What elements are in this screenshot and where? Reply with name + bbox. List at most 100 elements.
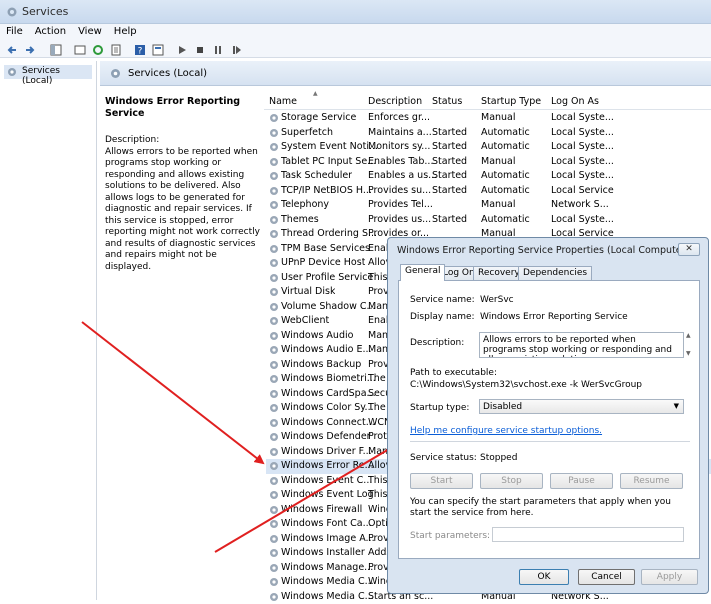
ok-button[interactable]: OK xyxy=(519,569,569,585)
help-icon[interactable]: ? xyxy=(134,44,146,56)
svg-text:?: ? xyxy=(138,47,143,57)
dialog-close-button[interactable]: ✕ xyxy=(678,243,700,256)
tab-general[interactable]: General xyxy=(400,264,445,281)
service-description-cell: This xyxy=(368,475,387,486)
path-value: C:\Windows\System32\svchost.exe -k WerSv… xyxy=(410,380,642,390)
service-name-cell: Storage Service xyxy=(281,112,356,123)
tree-item-label: Services (Local) xyxy=(22,66,92,86)
export-list-icon[interactable] xyxy=(110,44,122,56)
service-description-cell: This xyxy=(368,489,387,500)
service-gear-icon xyxy=(269,563,279,573)
service-startup-cell: Automatic xyxy=(481,127,530,138)
service-name-cell: Windows Event Log xyxy=(281,489,374,500)
service-row[interactable]: Themes Provides us...Started Automatic Loca… xyxy=(266,213,711,228)
service-gear-icon xyxy=(269,403,279,413)
dialog-title: Windows Error Reporting Service Properti… xyxy=(397,245,689,256)
service-logon-cell: Local Syste... xyxy=(551,214,614,225)
service-row[interactable]: Tablet PC Input Se...Enables Tab...Start… xyxy=(266,155,711,170)
menu-bar: FileActionViewHelp xyxy=(0,24,711,42)
service-row[interactable]: SuperfetchMaintains a...StartedAutomatic… xyxy=(266,126,711,141)
service-row[interactable]: Storage ServiceEnforces gr...ManualLocal… xyxy=(266,111,711,126)
service-name-cell: Thread Ordering S... xyxy=(281,228,377,239)
service-row[interactable]: System Event Noti...Monitors sy...Starte… xyxy=(266,140,711,155)
help-configure-link[interactable]: Help me configure service startup option… xyxy=(410,426,602,436)
dialog-description-box[interactable]: Allows errors to be reported when progra… xyxy=(479,332,684,358)
cancel-button[interactable]: Cancel xyxy=(578,569,635,585)
startup-type-select[interactable]: Disabled ▼ xyxy=(479,399,684,414)
stop-icon[interactable] xyxy=(194,44,206,56)
start-button[interactable]: Start xyxy=(410,473,473,489)
play-icon[interactable] xyxy=(176,44,188,56)
column-startup-type[interactable]: Startup Type xyxy=(481,96,541,107)
service-logon-cell: Local Syste... xyxy=(551,156,614,167)
display-name-value: Windows Error Reporting Service xyxy=(480,312,628,322)
column-status[interactable]: Status xyxy=(432,96,462,107)
service-gear-icon xyxy=(269,476,279,486)
service-description-panel: Windows Error Reporting Service Descript… xyxy=(105,96,260,273)
forward-arrow-icon[interactable] xyxy=(24,44,36,56)
column-log-on-as[interactable]: Log On As xyxy=(551,96,599,107)
pause-icon[interactable] xyxy=(212,44,224,56)
service-gear-icon xyxy=(269,519,279,529)
service-gear-icon xyxy=(269,113,279,123)
menu-action[interactable]: Action xyxy=(29,24,72,37)
start-params-note: You can specify the start parameters tha… xyxy=(410,497,690,519)
service-row[interactable]: Task SchedulerEnables a us...StartedAuto… xyxy=(266,169,711,184)
refresh-icon[interactable] xyxy=(92,44,104,56)
display-name-label: Display name: xyxy=(410,312,475,322)
service-name-cell: Windows Driver F... xyxy=(281,446,372,457)
service-logon-cell: Local Syste... xyxy=(551,127,614,138)
service-description-cell: Provides us... xyxy=(368,214,431,225)
service-name-cell: Windows Manage... xyxy=(281,562,373,573)
service-gear-icon xyxy=(269,374,279,384)
service-row[interactable]: TCP/IP NetBIOS H...Provides su...Started… xyxy=(266,184,711,199)
service-status-cell: Started xyxy=(432,170,467,181)
tree-item-services-local[interactable]: Services (Local) xyxy=(4,65,92,79)
service-gear-icon xyxy=(269,461,279,471)
scroll-up-icon[interactable]: ▲ xyxy=(686,332,691,339)
apply-button[interactable]: Apply xyxy=(641,569,698,585)
service-name-cell: Windows Connect... xyxy=(281,417,375,428)
service-status-cell: Started xyxy=(432,214,467,225)
back-arrow-icon[interactable] xyxy=(6,44,18,56)
service-name-cell: Themes xyxy=(281,214,319,225)
menu-help[interactable]: Help xyxy=(108,24,143,37)
service-gear-icon xyxy=(269,128,279,138)
show-hide-tree-icon[interactable] xyxy=(50,44,62,56)
service-name-cell: WebClient xyxy=(281,315,329,326)
stop-button[interactable]: Stop xyxy=(480,473,543,489)
chevron-down-icon: ▼ xyxy=(674,402,679,410)
service-startup-cell: Automatic xyxy=(481,214,530,225)
service-gear-icon xyxy=(269,215,279,225)
menu-view[interactable]: View xyxy=(72,24,108,37)
service-startup-cell: Automatic xyxy=(481,141,530,152)
path-label: Path to executable: xyxy=(410,368,497,378)
pause-button[interactable]: Pause xyxy=(550,473,613,489)
restart-icon[interactable] xyxy=(230,44,242,56)
service-name-cell: Windows Event C... xyxy=(281,475,372,486)
scroll-down-icon[interactable]: ▼ xyxy=(686,350,691,357)
divider xyxy=(410,441,690,442)
service-startup-cell: Manual xyxy=(481,199,516,210)
service-name-cell: Windows Audio E... xyxy=(281,344,372,355)
service-name-label: Service name: xyxy=(410,295,475,305)
service-name-cell: Windows Media C... xyxy=(281,576,374,587)
menu-file[interactable]: File xyxy=(0,24,29,37)
service-startup-cell: Manual xyxy=(481,112,516,123)
column-name[interactable]: Name xyxy=(269,96,297,107)
console-icon[interactable] xyxy=(74,44,86,56)
resume-button[interactable]: Resume xyxy=(620,473,683,489)
service-row[interactable]: TelephonyProvides Tel...ManualNetwork S.… xyxy=(266,198,711,213)
service-description-cell: This xyxy=(368,272,387,283)
pane-title: Services (Local) xyxy=(128,68,207,79)
service-gear-icon xyxy=(269,345,279,355)
start-params-input[interactable] xyxy=(492,527,684,542)
services-gear-icon xyxy=(7,67,17,77)
service-description-cell: Provides su... xyxy=(368,185,431,196)
properties-icon[interactable] xyxy=(152,44,164,56)
service-name-value: WerSvc xyxy=(480,295,514,305)
dialog-description-text: Allows errors to be reported when progra… xyxy=(483,335,672,358)
tab-dependencies[interactable]: Dependencies xyxy=(518,266,592,281)
column-description[interactable]: Description xyxy=(368,96,422,107)
tab-recovery[interactable]: Recovery xyxy=(473,266,525,281)
